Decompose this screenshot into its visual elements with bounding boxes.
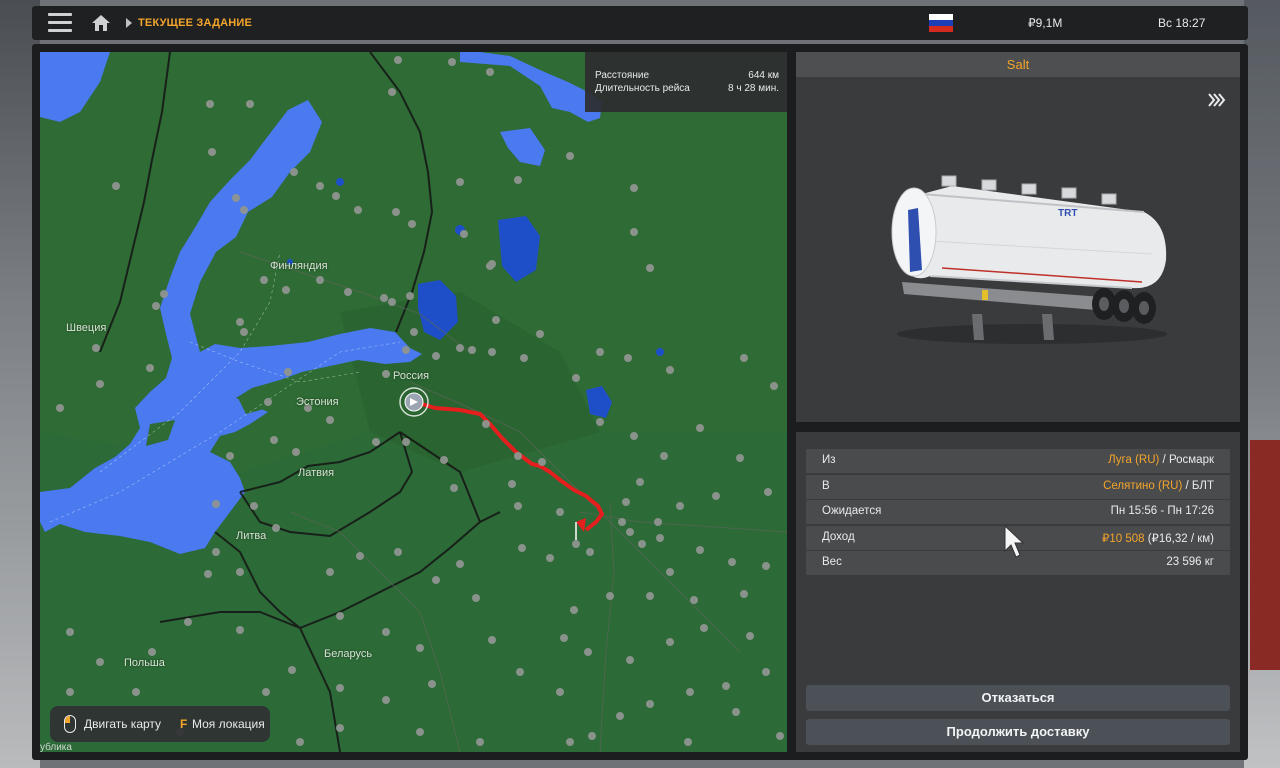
map-label-partial: ублика	[40, 742, 72, 753]
svg-text:TRT: TRT	[1058, 208, 1077, 219]
map-label-belarus: Беларусь	[324, 648, 373, 660]
income-rate: (₽16,32 / км)	[1147, 533, 1214, 545]
map-label-russia: Россия	[393, 370, 430, 382]
menu-icon[interactable]	[48, 13, 72, 33]
distance-value: 644 км	[748, 70, 779, 81]
fast-forward-icon[interactable]	[1208, 92, 1226, 108]
game-clock: Вс 18:27	[1158, 16, 1206, 30]
cargo-panel: Salt TRT	[796, 52, 1240, 422]
income-amount: ₽10 508	[1102, 533, 1145, 545]
weight-label: Вес	[822, 556, 842, 568]
cargo-name: Salt	[796, 52, 1240, 77]
background-red-wall	[1250, 440, 1280, 670]
duration-label: Длительность рейса	[595, 83, 690, 94]
to-city: Селятино (RU)	[1103, 480, 1183, 492]
from-separator: /	[1159, 454, 1169, 466]
mouse-icon	[64, 715, 76, 733]
eta-value: Пн 15:56 - Пн 17:26	[1110, 505, 1214, 517]
hint-my-location[interactable]: Моя локация	[192, 717, 265, 731]
duration-value: 8 ч 28 мин.	[728, 83, 779, 94]
job-details-panel: Из Луга (RU) / Росмарк В Селятино (RU) /…	[796, 432, 1240, 752]
route-info-box: Расстояние 644 км Длительность рейса 8 ч…	[585, 52, 787, 112]
to-label: В	[822, 480, 830, 492]
detail-row-to: В Селятино (RU) / БЛТ	[806, 475, 1230, 499]
top-bar: ТЕКУЩЕЕ ЗАДАНИЕ ₽9,1M Вс 18:27	[32, 6, 1248, 40]
from-company: Росмарк	[1168, 454, 1214, 466]
to-separator: /	[1182, 480, 1192, 492]
map-label-estonia: Эстония	[296, 396, 339, 408]
distance-label: Расстояние	[595, 70, 650, 81]
trailer-image: TRT	[891, 175, 1167, 344]
money-balance: ₽9,1M	[1028, 16, 1063, 30]
map-controls-hint: Двигать карту F Моя локация	[50, 706, 270, 742]
map-label-latvia: Латвия	[298, 467, 335, 479]
income-value: ₽10 508 (₽16,32 / км)	[1102, 531, 1214, 545]
home-icon[interactable]	[90, 12, 112, 34]
from-label: Из	[822, 454, 836, 466]
to-value: Селятино (RU) / БЛТ	[1103, 480, 1214, 492]
weight-value: 23 596 кг	[1166, 556, 1214, 568]
income-label: Доход	[822, 531, 855, 543]
route-map[interactable]: Финляндия Швеция Россия Эстония Латвия Л…	[40, 52, 787, 752]
from-city: Луга (RU)	[1108, 454, 1160, 466]
continue-delivery-button[interactable]: Продолжить доставку	[806, 719, 1230, 745]
russia-flag-icon	[929, 14, 953, 32]
mouse-cursor-icon	[1004, 525, 1025, 558]
map-label-poland: Польша	[124, 657, 165, 669]
decline-button[interactable]: Отказаться	[806, 685, 1230, 711]
breadcrumb-arrow-icon	[126, 18, 132, 28]
map-canvas	[40, 52, 787, 752]
breadcrumb-current: ТЕКУЩЕЕ ЗАДАНИЕ	[138, 17, 253, 29]
eta-label: Ожидается	[822, 505, 882, 517]
hint-key-f: F	[180, 717, 188, 731]
map-label-lithuania: Литва	[236, 530, 267, 542]
map-label-sweden: Швеция	[66, 322, 107, 334]
from-value: Луга (RU) / Росмарк	[1108, 454, 1214, 466]
to-company: БЛТ	[1191, 480, 1214, 492]
detail-row-eta: Ожидается Пн 15:56 - Пн 17:26	[806, 500, 1230, 524]
detail-row-from: Из Луга (RU) / Росмарк	[806, 449, 1230, 473]
map-label-finland: Финляндия	[270, 260, 328, 272]
hint-move-map: Двигать карту	[84, 717, 162, 731]
